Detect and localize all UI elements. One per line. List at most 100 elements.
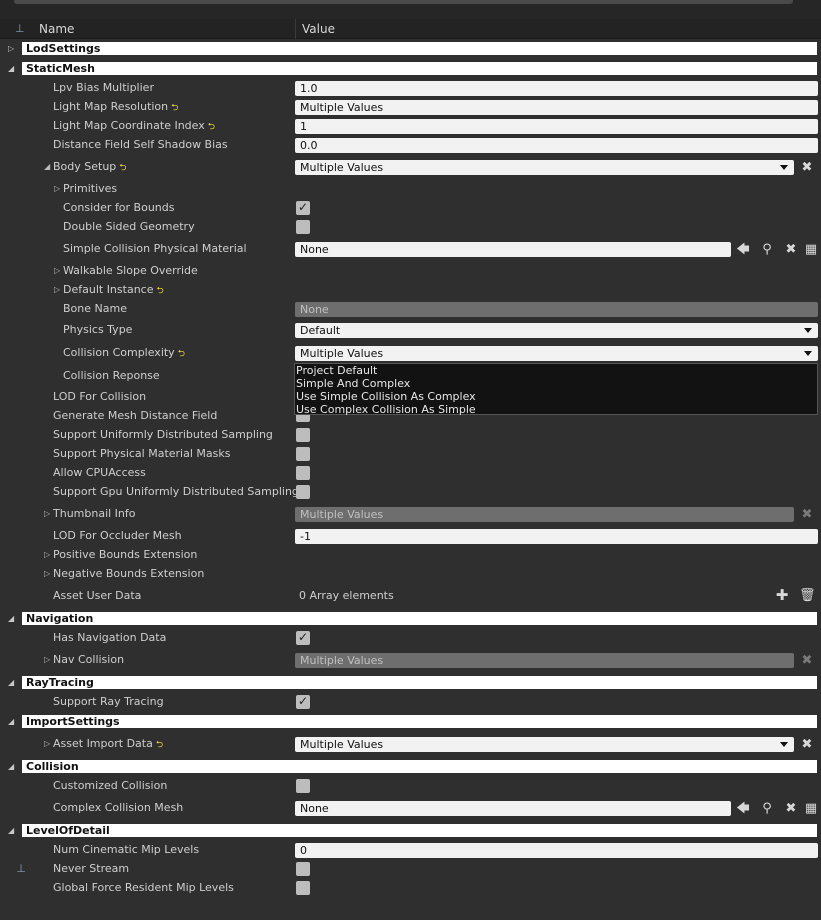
- chevron-down-icon: [780, 742, 788, 747]
- category-lod-settings[interactable]: LodSettings: [22, 42, 817, 55]
- reset-arrow-icon[interactable]: ⮌: [171, 101, 178, 115]
- clear-icon: ✖: [801, 653, 813, 668]
- global-force-resident-mip-levels-checkbox[interactable]: [296, 881, 310, 895]
- value-column-header: Value: [302, 22, 335, 36]
- physics-type-dropdown[interactable]: Default: [295, 323, 818, 338]
- expand-arrow-icon[interactable]: ▷: [44, 567, 50, 581]
- category-level-of-detail[interactable]: LevelOfDetail: [22, 824, 817, 837]
- nav-collision-input: Multiple Values: [295, 653, 794, 668]
- grid-icon[interactable]: ▦: [803, 801, 819, 816]
- clear-icon[interactable]: ✖: [799, 160, 815, 175]
- menu-item-use-simple-as-complex[interactable]: Use Simple Collision As Complex: [296, 390, 476, 403]
- consider-for-bounds-checkbox[interactable]: [296, 200, 310, 215]
- support-uniformly-distributed-sampling-checkbox[interactable]: [296, 428, 310, 442]
- allow-cpu-access-checkbox[interactable]: [296, 466, 310, 480]
- top-bar: [0, 0, 821, 19]
- support-gpu-uniformly-distributed-sampling-label: Support Gpu Uniformly Distributed Sampli…: [53, 485, 299, 498]
- collapse-arrow-icon[interactable]: ◢: [8, 62, 18, 75]
- menu-item-simple-and-complex[interactable]: Simple And Complex: [296, 377, 410, 390]
- collapse-arrow-icon[interactable]: ◢: [8, 760, 18, 773]
- collapse-arrow-icon[interactable]: ◢: [8, 676, 18, 689]
- expand-arrow-icon[interactable]: ▷: [44, 737, 50, 751]
- default-instance-label: Default Instance ⮌: [63, 283, 164, 298]
- has-navigation-data-label: Has Navigation Data: [53, 631, 167, 644]
- thumbnail-info-input: Multiple Values: [295, 507, 794, 522]
- complex-collision-mesh-label: Complex Collision Mesh: [53, 801, 184, 814]
- num-cinematic-mip-levels-input[interactable]: 0: [295, 843, 818, 858]
- distance-field-self-shadow-bias-input[interactable]: 0.0: [295, 138, 818, 153]
- clear-icon[interactable]: ✖: [799, 737, 815, 752]
- menu-item-project-default[interactable]: Project Default: [296, 364, 377, 377]
- light-map-coordinate-index-input[interactable]: 1: [295, 119, 818, 134]
- asset-user-data-count: 0 Array elements: [299, 589, 394, 602]
- lod-for-collision-label: LOD For Collision: [53, 390, 147, 403]
- collapse-arrow-icon[interactable]: ◢: [8, 824, 18, 837]
- positive-bounds-extension-label: Positive Bounds Extension: [53, 548, 198, 561]
- light-map-coordinate-index-label: Light Map Coordinate Index ⮌: [53, 119, 215, 134]
- lod-for-occluder-mesh-input[interactable]: -1: [295, 529, 818, 544]
- lpv-bias-multiplier-label: Lpv Bias Multiplier: [53, 81, 154, 94]
- collapse-arrow-icon[interactable]: ◢: [8, 612, 18, 625]
- expand-arrow-icon[interactable]: ▷: [44, 653, 50, 667]
- search-input[interactable]: [14, 0, 793, 4]
- double-sided-geometry-label: Double Sided Geometry: [63, 220, 195, 233]
- support-ray-tracing-checkbox[interactable]: [296, 694, 310, 709]
- simple-collision-physical-material-input[interactable]: None: [295, 242, 731, 257]
- expand-arrow-icon[interactable]: ▷: [54, 182, 60, 196]
- category-navigation[interactable]: Navigation: [22, 612, 817, 625]
- support-physical-material-masks-checkbox[interactable]: [296, 447, 310, 461]
- magnifier-icon[interactable]: ⚲: [759, 242, 775, 257]
- expand-arrow-icon[interactable]: ▷: [44, 548, 50, 562]
- category-import-settings[interactable]: ImportSettings: [22, 715, 817, 728]
- reset-arrow-icon[interactable]: ⮌: [156, 284, 163, 298]
- collision-complexity-label: Collision Complexity ⮌: [63, 346, 185, 361]
- has-navigation-data-checkbox[interactable]: [296, 630, 310, 645]
- clear-icon[interactable]: ✖: [783, 801, 799, 816]
- collision-complexity-dropdown[interactable]: Multiple Values: [295, 346, 818, 361]
- reset-arrow-icon[interactable]: ⮌: [208, 120, 215, 134]
- pin-icon[interactable]: ⊥: [13, 861, 29, 876]
- expand-arrow-icon[interactable]: ▷: [54, 283, 60, 297]
- arrow-left-icon[interactable]: 🡄: [735, 801, 751, 816]
- reset-arrow-icon[interactable]: ⮌: [119, 161, 126, 175]
- complex-collision-mesh-input[interactable]: None: [295, 801, 731, 816]
- clear-icon[interactable]: ✖: [783, 242, 799, 257]
- expand-arrow-icon[interactable]: ▷: [44, 507, 50, 521]
- chevron-down-icon: [804, 328, 812, 333]
- menu-item-use-complex-as-simple[interactable]: Use Complex Collision As Simple: [296, 403, 476, 416]
- light-map-resolution-input[interactable]: Multiple Values: [295, 100, 818, 115]
- pin-icon[interactable]: ⊥: [15, 22, 27, 36]
- reset-arrow-icon[interactable]: ⮌: [156, 738, 163, 752]
- support-gpu-uniformly-distributed-sampling-checkbox[interactable]: [296, 485, 310, 499]
- bone-name-input: None: [295, 302, 818, 317]
- lpv-bias-multiplier-input[interactable]: 1.0: [295, 81, 818, 96]
- physics-type-label: Physics Type: [63, 323, 133, 336]
- expand-arrow-icon[interactable]: ▷: [54, 264, 60, 278]
- never-stream-checkbox[interactable]: [296, 862, 310, 876]
- plus-icon[interactable]: ✚: [774, 588, 790, 603]
- num-cinematic-mip-levels-label: Num Cinematic Mip Levels: [53, 843, 200, 856]
- magnifier-icon[interactable]: ⚲: [759, 801, 775, 816]
- collision-reponse-label: Collision Reponse: [63, 369, 160, 382]
- category-collision[interactable]: Collision: [22, 760, 817, 773]
- category-ray-tracing[interactable]: RayTracing: [22, 676, 817, 689]
- customized-collision-checkbox[interactable]: [296, 779, 310, 793]
- generate-mesh-distance-field-label: Generate Mesh Distance Field: [53, 409, 218, 422]
- reset-arrow-icon[interactable]: ⮌: [178, 347, 185, 361]
- collapse-arrow-icon[interactable]: ◢: [8, 715, 18, 728]
- support-physical-material-masks-label: Support Physical Material Masks: [53, 447, 231, 460]
- column-divider[interactable]: [295, 19, 296, 39]
- walkable-slope-override-label: Walkable Slope Override: [63, 264, 198, 277]
- support-ray-tracing-label: Support Ray Tracing: [53, 695, 164, 708]
- expand-arrow-icon[interactable]: ▷: [8, 42, 18, 55]
- category-static-mesh[interactable]: StaticMesh: [22, 62, 817, 75]
- asset-import-data-dropdown[interactable]: Multiple Values: [295, 737, 794, 752]
- arrow-left-icon[interactable]: 🡄: [735, 242, 751, 257]
- body-setup-dropdown[interactable]: Multiple Values: [295, 160, 794, 175]
- double-sided-geometry-checkbox[interactable]: [296, 220, 310, 234]
- grid-icon[interactable]: ▦: [803, 242, 819, 257]
- asset-user-data-label: Asset User Data: [53, 589, 142, 602]
- collapse-arrow-icon[interactable]: ◢: [44, 160, 50, 174]
- trash-icon[interactable]: 🗑: [799, 588, 816, 603]
- name-column-header: Name: [39, 22, 75, 36]
